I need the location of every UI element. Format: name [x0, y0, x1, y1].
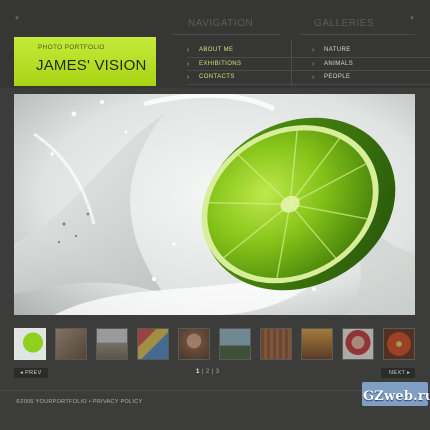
- pagination: 1 | 2 | 3: [196, 369, 219, 375]
- chevron-right-icon: ▸: [405, 370, 411, 376]
- chevron-right-icon: ›: [187, 47, 190, 54]
- divider: [172, 34, 280, 35]
- thumbnail-flower[interactable]: [383, 328, 415, 360]
- gallery-item-animals[interactable]: › ANIMALS: [312, 58, 430, 71]
- logo[interactable]: PHOTO PORTFOLIO JAMES' VISION: [14, 37, 156, 86]
- galleries-menu: › NATURE › ANIMALS › PEOPLE: [312, 44, 430, 85]
- nav-item-exhibitions[interactable]: › EXHIBITIONS: [187, 58, 315, 71]
- thumbnail-sunset[interactable]: [301, 328, 333, 360]
- page-link-3[interactable]: 3: [216, 369, 220, 375]
- privacy-policy-link[interactable]: PRIVACY POLICY: [93, 399, 143, 405]
- next-button[interactable]: NEXT ▸: [381, 368, 415, 378]
- thumbnail-strip: [14, 328, 415, 360]
- lime-splash-image: [14, 94, 415, 315]
- thumbnail-palm-tree[interactable]: [219, 328, 251, 360]
- prev-button[interactable]: ◂ PREV: [14, 368, 48, 378]
- nav-item-about-me[interactable]: › ABOUT ME: [187, 44, 315, 58]
- thumbnail-texture[interactable]: [260, 328, 292, 360]
- thumbnail-kite[interactable]: [137, 328, 169, 360]
- thumbnail-architecture[interactable]: [96, 328, 128, 360]
- chevron-right-icon: ›: [312, 47, 315, 54]
- nav-item-contacts[interactable]: › CONTACTS: [187, 71, 315, 85]
- copyright-text: ©2006 YOURPORTFOLIO: [16, 399, 87, 405]
- thumbnail-portrait[interactable]: [55, 328, 87, 360]
- corner-arrow-icon: ▾: [410, 15, 414, 22]
- watermark-text: GZweb.ru: [363, 389, 430, 404]
- logo-subtitle: PHOTO PORTFOLIO: [38, 44, 105, 51]
- page-link-2[interactable]: 2: [206, 369, 210, 375]
- footer-separator: •: [88, 399, 92, 405]
- chevron-right-icon: ›: [187, 60, 190, 68]
- thumbnail-lime[interactable]: [14, 328, 46, 360]
- divider: [291, 40, 292, 86]
- main-photo: [14, 94, 415, 315]
- corner-arrow-icon: ▾: [15, 15, 19, 22]
- page-link-1[interactable]: 1: [196, 369, 200, 375]
- navigation-heading: NAVIGATION: [188, 18, 254, 29]
- logo-title: JAMES' VISION: [36, 57, 147, 74]
- navigation-menu: › ABOUT ME › EXHIBITIONS › CONTACTS: [187, 44, 315, 85]
- chevron-right-icon: ›: [187, 74, 190, 81]
- gallery-item-people[interactable]: › PEOPLE: [312, 71, 430, 85]
- thumbnail-child[interactable]: [342, 328, 374, 360]
- thumbnail-woman[interactable]: [178, 328, 210, 360]
- footer: ©2006 YOURPORTFOLIO • PRIVACY POLICY: [16, 399, 142, 405]
- page: ▾ ▾ NAVIGATION GALLERIES PHOTO PORTFOLIO…: [0, 0, 430, 430]
- divider: [300, 34, 415, 35]
- chevron-right-icon: ›: [312, 74, 315, 81]
- chevron-right-icon: ›: [312, 60, 315, 68]
- gallery-item-nature[interactable]: › NATURE: [312, 44, 430, 58]
- galleries-heading: GALLERIES: [314, 18, 375, 29]
